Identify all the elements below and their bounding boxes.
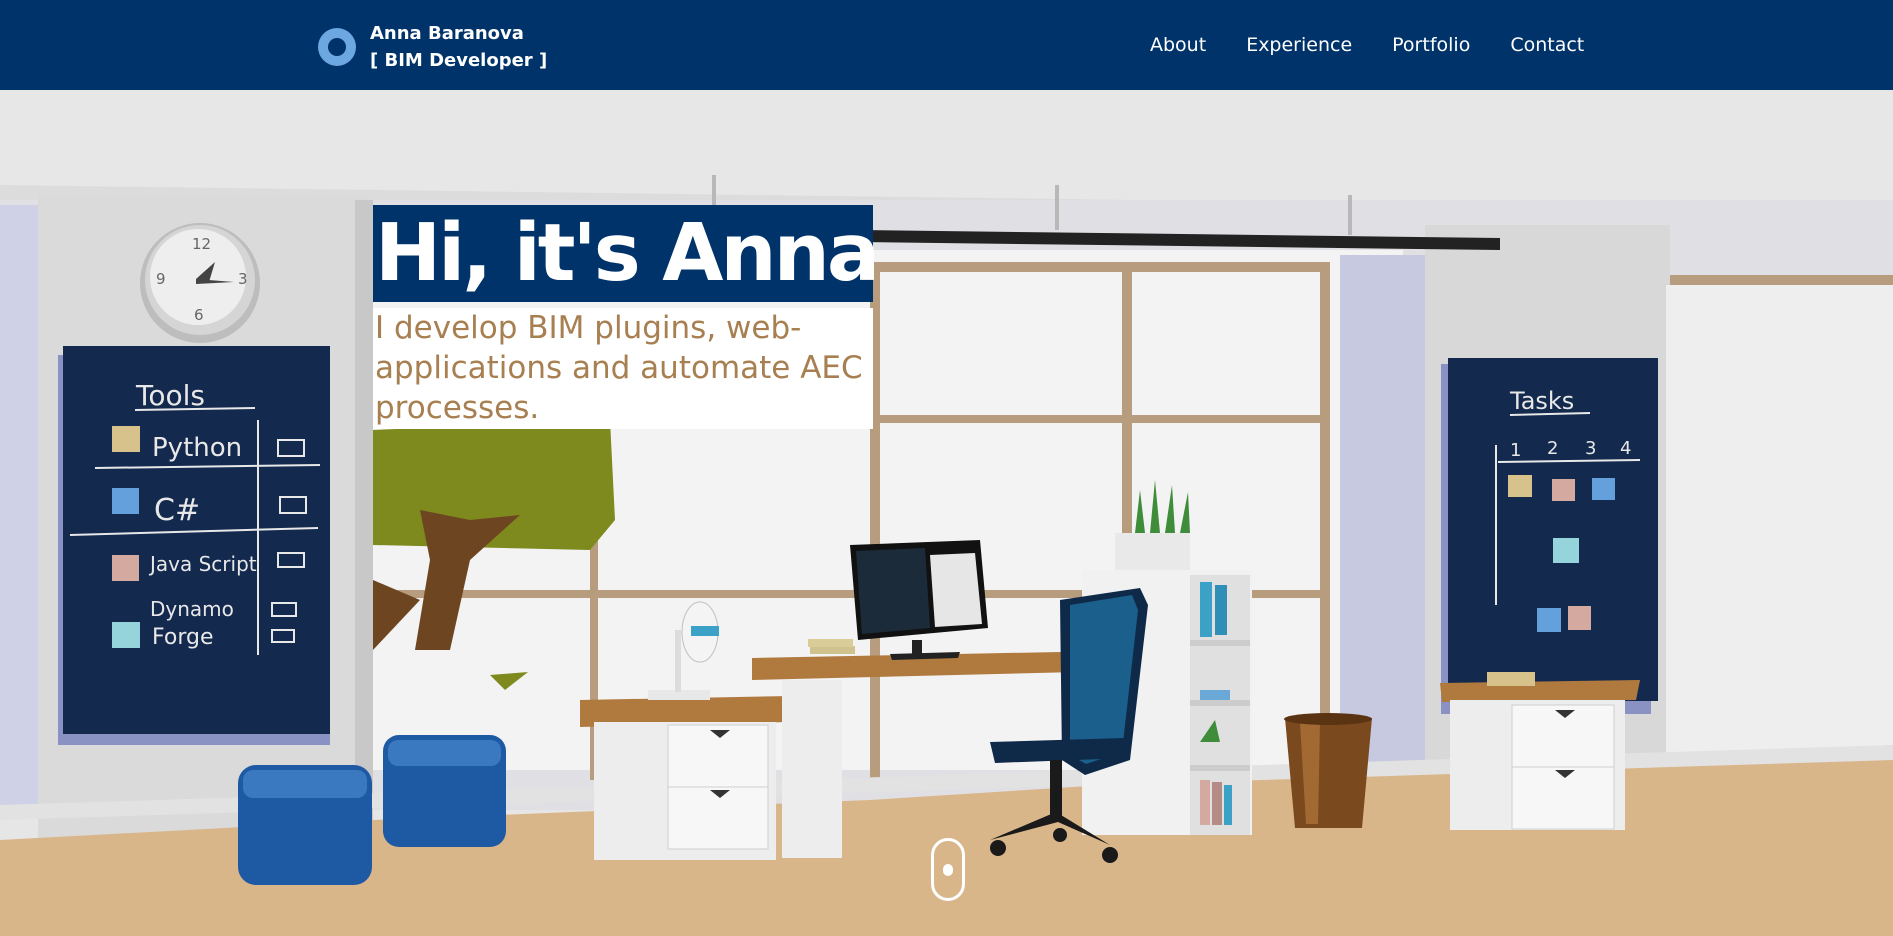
clock-number-3: 3 [238, 270, 248, 288]
tasks-board-title: Tasks [1509, 387, 1574, 415]
waste-bin [1284, 713, 1372, 828]
left-pillar-side [355, 200, 373, 860]
office-scene: 12 3 6 9 Tools Python C# Java Script Dyn… [0, 90, 1893, 936]
tools-board-title: Tools [135, 379, 205, 412]
tools-item-javascript: Java Script [148, 552, 257, 576]
brand-text: Anna Baranova [ BIM Developer ] [370, 20, 547, 74]
nav-portfolio[interactable]: Portfolio [1392, 34, 1470, 56]
clock-number-12: 12 [192, 235, 211, 253]
ceiling [0, 90, 1893, 200]
tools-board: Tools Python C# Java Script Dynamo Forge [58, 346, 330, 745]
tools-item-forge: Forge [152, 625, 214, 650]
tools-item-python: Python [152, 433, 242, 463]
ring-logo-icon [318, 28, 356, 66]
nav-contact[interactable]: Contact [1510, 34, 1584, 56]
tasks-col-1: 1 [1510, 440, 1521, 461]
office-illustration: 12 3 6 9 Tools Python C# Java Script Dyn… [0, 90, 1893, 936]
tools-item-csharp: C# [154, 493, 200, 528]
mouse-scroll-icon[interactable] [931, 838, 965, 901]
tasks-col-3: 3 [1585, 438, 1596, 459]
site-header: Anna Baranova [ BIM Developer ] About Ex… [0, 0, 1893, 90]
brand[interactable]: Anna Baranova [ BIM Developer ] [318, 20, 547, 74]
tasks-col-4: 4 [1620, 438, 1631, 459]
tools-item-dynamo: Dynamo [150, 597, 234, 621]
tasks-board: Tasks 1 2 3 4 [1441, 358, 1658, 714]
nav-experience[interactable]: Experience [1246, 34, 1352, 56]
right-window [1666, 285, 1893, 765]
hero-subtitle: I develop BIM plugins, web-applications … [373, 308, 873, 429]
hero-title: Hi, it's Anna [373, 205, 880, 302]
nav-about[interactable]: About [1150, 34, 1206, 56]
brand-name: Anna Baranova [370, 23, 524, 44]
side-cabinet [580, 696, 790, 860]
tasks-col-2: 2 [1547, 438, 1558, 459]
hero: Hi, it's Anna I develop BIM plugins, web… [373, 205, 880, 429]
wall-strip [1340, 255, 1425, 795]
right-cabinet [1440, 672, 1640, 830]
brand-role: [ BIM Developer ] [370, 50, 548, 71]
scroll-dot [943, 864, 953, 876]
clock-number-6: 6 [194, 306, 204, 324]
wall-clock: 12 3 6 9 [140, 223, 260, 343]
clock-number-9: 9 [156, 270, 166, 288]
main-nav: About Experience Portfolio Contact [1150, 0, 1584, 90]
